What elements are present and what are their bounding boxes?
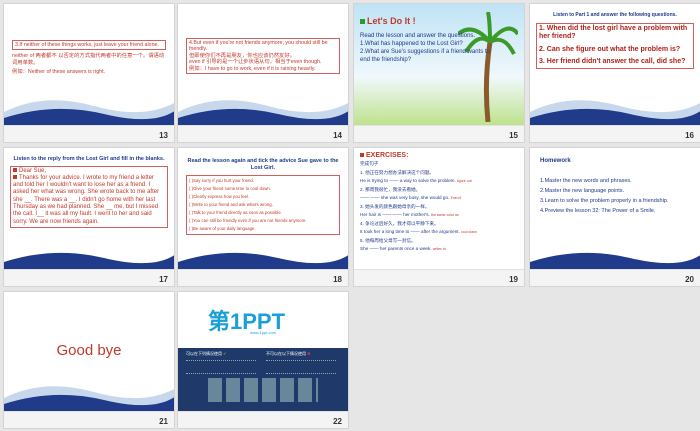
slide-number: 13 xyxy=(159,131,168,140)
slide-number: 20 xyxy=(685,275,694,284)
slide-thumbnail-22[interactable]: 第1PPT www.1ppt.com 可以在下列情况使用 ✔ 不可以在以下情况使… xyxy=(177,291,349,429)
slide-number: 22 xyxy=(333,417,342,426)
slide-footer: 20 xyxy=(530,269,700,286)
usage-panel: 可以在下列情况使用 ✔ 不可以在以下情况使用 ✖ xyxy=(178,348,348,412)
bullet-icon xyxy=(360,19,365,24)
slide-title: Let's Do It ! xyxy=(360,16,416,26)
slide-thumbnail-19[interactable]: EXERCISES: 完成句子 1. 他正在努力想办法解决这个问题。 He is… xyxy=(353,147,525,287)
answer-note: the same color as xyxy=(431,213,459,217)
slide-number: 16 xyxy=(685,131,694,140)
advice-item: ( )Give your friend some time to cool do… xyxy=(189,186,271,192)
advice-list: ( )Say sorry if you hurt your friend. ( … xyxy=(186,175,340,236)
wave-decoration xyxy=(4,252,174,270)
slide-title: Listen to the reply from the Lost Girl a… xyxy=(13,156,165,162)
homework-list: 1.Master the new words and phrases. 2.Ma… xyxy=(540,176,690,216)
slide-title: Homework xyxy=(540,158,571,164)
homework-item: 1.Master the new words and phrases. xyxy=(540,178,632,184)
fine-print xyxy=(266,360,336,374)
answer-note: writes to xyxy=(432,247,446,251)
letter-box: Dear Sue, Thanks for your advice. I wrot… xyxy=(10,165,168,228)
slide-number: 21 xyxy=(159,417,168,426)
question: 1. When did the lost girl have a problem… xyxy=(539,24,688,41)
slide-content: Let's Do It ! Read the lesson and answer… xyxy=(354,4,524,126)
wave-decoration xyxy=(178,252,348,270)
slide-thumbnail-21[interactable]: Good bye 21 xyxy=(3,291,175,429)
advice-item: ( )Clearly express how you feel. xyxy=(189,194,250,200)
goodbye-text: Good bye xyxy=(56,342,122,359)
homework-item: 2.Master the new language points. xyxy=(540,188,625,194)
fine-print xyxy=(186,360,256,374)
text-box: 4.But even if you're not friends anymore… xyxy=(186,38,340,75)
link-grid xyxy=(208,378,318,402)
homework-item: 3.Learn to solve the problem properly in… xyxy=(540,198,669,204)
forbidden-heading: 不可以在以下情况使用 ✖ xyxy=(266,351,311,356)
advice-item: ( )Be aware of your daily language. xyxy=(189,226,256,232)
text-line: neither of 两者都不 以否定的方式指代两者中的任意一个。谓语动词用单数… xyxy=(12,53,165,66)
advice-item: ( )Write to your friend and ask what's w… xyxy=(189,202,273,208)
wave-decoration xyxy=(178,100,348,126)
answer-note: figure out xyxy=(457,179,472,183)
slide-number: 19 xyxy=(509,275,518,284)
slide-footer: 13 xyxy=(4,125,174,142)
slide-footer: 17 xyxy=(4,269,174,286)
slide-number: 15 xyxy=(509,131,518,140)
slide-thumbnail-18[interactable]: Read the lesson again and tick the advic… xyxy=(177,147,349,287)
bullet-icon xyxy=(360,153,364,158)
text-line: 3.If neither of these things works, just… xyxy=(15,42,159,48)
bullet-icon xyxy=(13,175,17,180)
slide-thumbnail-13[interactable]: 3.If neither of these things works, just… xyxy=(3,3,175,143)
cross-icon: ✖ xyxy=(307,351,311,356)
palm-tree-illustration xyxy=(458,12,518,122)
text-line: 4.But even if you're not friends anymore… xyxy=(189,40,328,53)
greeting: Dear Sue, xyxy=(13,168,165,175)
wave-decoration xyxy=(530,100,700,126)
slide-title: Read the lesson again and tick the advic… xyxy=(187,158,339,171)
text-line: 例如：I have to go to work, even if it is r… xyxy=(189,65,316,72)
logo-subtitle: www.1ppt.com xyxy=(250,330,277,335)
slide-footer: 16 xyxy=(530,125,700,142)
answer-note: Even if xyxy=(450,196,462,200)
slide-footer: 21 xyxy=(4,411,174,428)
question: 2. Can she figure out what the problem i… xyxy=(539,45,681,53)
slide-number: 18 xyxy=(333,275,342,284)
allowed-heading: 可以在下列情况使用 ✔ xyxy=(186,351,227,356)
slide-header: Listen to Part 1 and answer the followin… xyxy=(553,12,677,18)
text-line: even if 引导的是一个让步状语从句，相当于even though. xyxy=(189,59,322,66)
slide-footer: 14 xyxy=(178,125,348,142)
homework-item: 4.Preview the lesson 32: The Power of a … xyxy=(540,208,656,214)
slide-number: 17 xyxy=(159,275,168,284)
text-box: 3.If neither of these things works, just… xyxy=(12,40,166,51)
bullet-icon xyxy=(13,168,17,173)
wave-decoration xyxy=(4,386,174,412)
advice-item: ( )Talk to your friend directly as soon … xyxy=(189,210,282,216)
slide-thumbnail-17[interactable]: Listen to the reply from the Lost Girl a… xyxy=(3,147,175,287)
slide-footer: 22 xyxy=(178,411,348,428)
slide-footer: 19 xyxy=(354,269,524,286)
exercise-list: 完成句子 1. 他正在努力想办法解决这个问题。 He is trying to … xyxy=(360,161,477,251)
slide-title: EXERCISES: xyxy=(360,152,518,159)
slide-thumbnail-14[interactable]: 4.But even if you're not friends anymore… xyxy=(177,3,349,143)
slide-content: EXERCISES: 完成句子 1. 他正在努力想办法解决这个问题。 He is… xyxy=(354,148,524,270)
letter-body: Thanks for your advice. I wrote to my fr… xyxy=(13,174,160,225)
logo-area: 第1PPT www.1ppt.com xyxy=(178,292,348,348)
slide-footer: 15 xyxy=(354,125,524,142)
question: 3. Her friend didn't answer the call, di… xyxy=(539,58,686,66)
answer-note: cool down xyxy=(461,230,477,234)
advice-item: ( )You can still be friendly even if you… xyxy=(189,218,307,224)
check-icon: ✔ xyxy=(223,351,227,356)
wave-decoration xyxy=(4,100,174,126)
advice-item: ( )Say sorry if you hurt your friend. xyxy=(189,178,254,184)
question-box: 1. When did the lost girl have a problem… xyxy=(536,22,694,69)
slide-footer: 18 xyxy=(178,269,348,286)
slide-thumbnail-16[interactable]: Listen to Part 1 and answer the followin… xyxy=(529,3,700,143)
wave-decoration xyxy=(530,252,700,270)
slide-number: 14 xyxy=(333,131,342,140)
question-list: Read the lesson and answer the questions… xyxy=(360,33,490,63)
slide-thumbnail-15[interactable]: Let's Do It ! Read the lesson and answer… xyxy=(353,3,525,143)
slide-thumbnail-20[interactable]: Homework 1.Master the new words and phra… xyxy=(529,147,700,287)
text-line: 例如：Neither of these answers is right. xyxy=(12,69,106,76)
